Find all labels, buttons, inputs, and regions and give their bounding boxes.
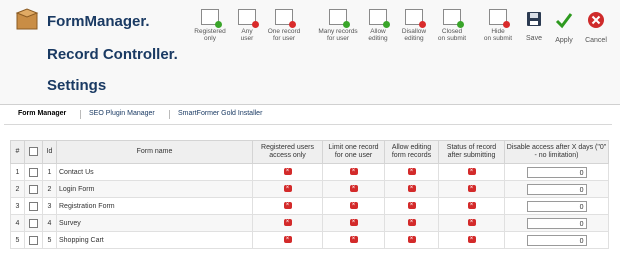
disabled-status-icon[interactable]: × [349,168,358,176]
disabled-status-icon[interactable]: × [349,202,358,210]
row-id: 1 [42,163,57,181]
days-input[interactable]: 0 [526,166,587,178]
table-row: 1 1 Contact Us × × × × 0 [10,163,609,181]
tab-bar: Form Manager SEO Plugin Manager SmartFor… [4,106,612,125]
disabled-status-icon[interactable]: × [467,185,476,193]
row-id: 5 [42,231,57,249]
disabled-status-icon[interactable]: × [349,236,358,244]
row-checkbox[interactable] [29,201,38,211]
closed-on-submit-button[interactable]: Closed on submit [430,9,474,42]
row-checkbox[interactable] [29,167,38,177]
disabled-status-icon[interactable]: × [283,236,292,244]
row-number: 4 [10,214,25,232]
disabled-status-icon[interactable]: × [407,168,416,176]
row-id: 2 [42,180,57,198]
remove-document-icon [405,9,426,28]
box-icon [15,8,39,30]
row-checkbox[interactable] [29,184,38,194]
checkmark-document-icon [329,9,350,28]
disabled-status-icon[interactable]: × [283,202,292,210]
row-number: 5 [10,231,25,249]
form-name-link[interactable]: Shopping Cart [56,231,253,249]
table-header-row: # Id Form name Registered users access o… [10,140,609,164]
disabled-status-icon[interactable]: × [349,219,358,227]
days-input[interactable]: 0 [526,217,587,229]
disabled-status-icon[interactable]: × [283,219,292,227]
row-checkbox[interactable] [29,235,38,245]
title-line-3: Settings [47,77,107,94]
disabled-status-icon[interactable]: × [407,236,416,244]
floppy-disk-icon [527,12,541,26]
disabled-status-icon[interactable]: × [407,219,416,227]
cancel-icon [588,12,604,28]
check-icon [555,13,573,29]
title-line-1: FormManager. [47,13,150,30]
col-disable-access[interactable]: Disable access after X days ("0" - no li… [504,140,609,164]
col-select-all [24,140,43,164]
form-name-link[interactable]: Survey [56,214,253,232]
remove-document-icon [489,9,510,28]
disabled-status-icon[interactable]: × [467,202,476,210]
checkmark-document-icon [369,9,390,28]
disabled-status-icon[interactable]: × [407,185,416,193]
col-registered-only[interactable]: Registered users access only [252,140,323,164]
col-id[interactable]: Id [42,140,57,164]
row-checkbox[interactable] [29,218,38,228]
row-number: 1 [10,163,25,181]
select-all-checkbox[interactable] [29,147,38,157]
disabled-status-icon[interactable]: × [467,236,476,244]
row-number: 3 [10,197,25,215]
days-input[interactable]: 0 [526,234,587,246]
form-name-link[interactable]: Login Form [56,180,253,198]
row-id: 4 [42,214,57,232]
days-input[interactable]: 0 [526,183,587,195]
one-record-button[interactable]: One record for user [262,9,306,42]
disabled-status-icon[interactable]: × [283,168,292,176]
col-form-name[interactable]: Form name [56,140,253,164]
remove-document-icon [238,9,259,28]
days-input[interactable]: 0 [526,200,587,212]
col-record-status[interactable]: Status of record after submitting [438,140,505,164]
table-row: 5 5 Shopping Cart × × × × 0 [10,231,609,249]
form-name-link[interactable]: Contact Us [56,163,253,181]
table-row: 4 4 Survey × × × × 0 [10,214,609,232]
tab-smartformer-gold-installer[interactable]: SmartFormer Gold Installer [178,110,262,117]
toolbar-header: FormManager. Record Controller. Settings… [0,0,620,105]
row-number: 2 [10,180,25,198]
disabled-status-icon[interactable]: × [407,202,416,210]
tab-separator [169,110,170,119]
forms-table: # Id Form name Registered users access o… [10,140,609,249]
disabled-status-icon[interactable]: × [467,219,476,227]
checkmark-document-icon [201,9,222,28]
tab-form-manager[interactable]: Form Manager [18,110,66,117]
col-number: # [10,140,25,164]
row-id: 3 [42,197,57,215]
many-records-button[interactable]: Many records for user [316,9,360,42]
disabled-status-icon[interactable]: × [349,185,358,193]
tab-separator [80,110,81,119]
checkmark-document-icon [443,9,464,28]
col-limit-one-record[interactable]: Limit one record for one user [322,140,385,164]
tab-seo-plugin-manager[interactable]: SEO Plugin Manager [89,110,155,117]
disabled-status-icon[interactable]: × [283,185,292,193]
table-row: 2 2 Login Form × × × × 0 [10,180,609,198]
col-allow-editing[interactable]: Allow editing form records [384,140,439,164]
remove-document-icon [275,9,296,28]
title-line-2: Record Controller. [47,46,178,63]
disabled-status-icon[interactable]: × [467,168,476,176]
cancel-button[interactable]: Cancel [574,11,618,44]
form-name-link[interactable]: Registration Form [56,197,253,215]
table-row: 3 3 Registration Form × × × × 0 [10,197,609,215]
